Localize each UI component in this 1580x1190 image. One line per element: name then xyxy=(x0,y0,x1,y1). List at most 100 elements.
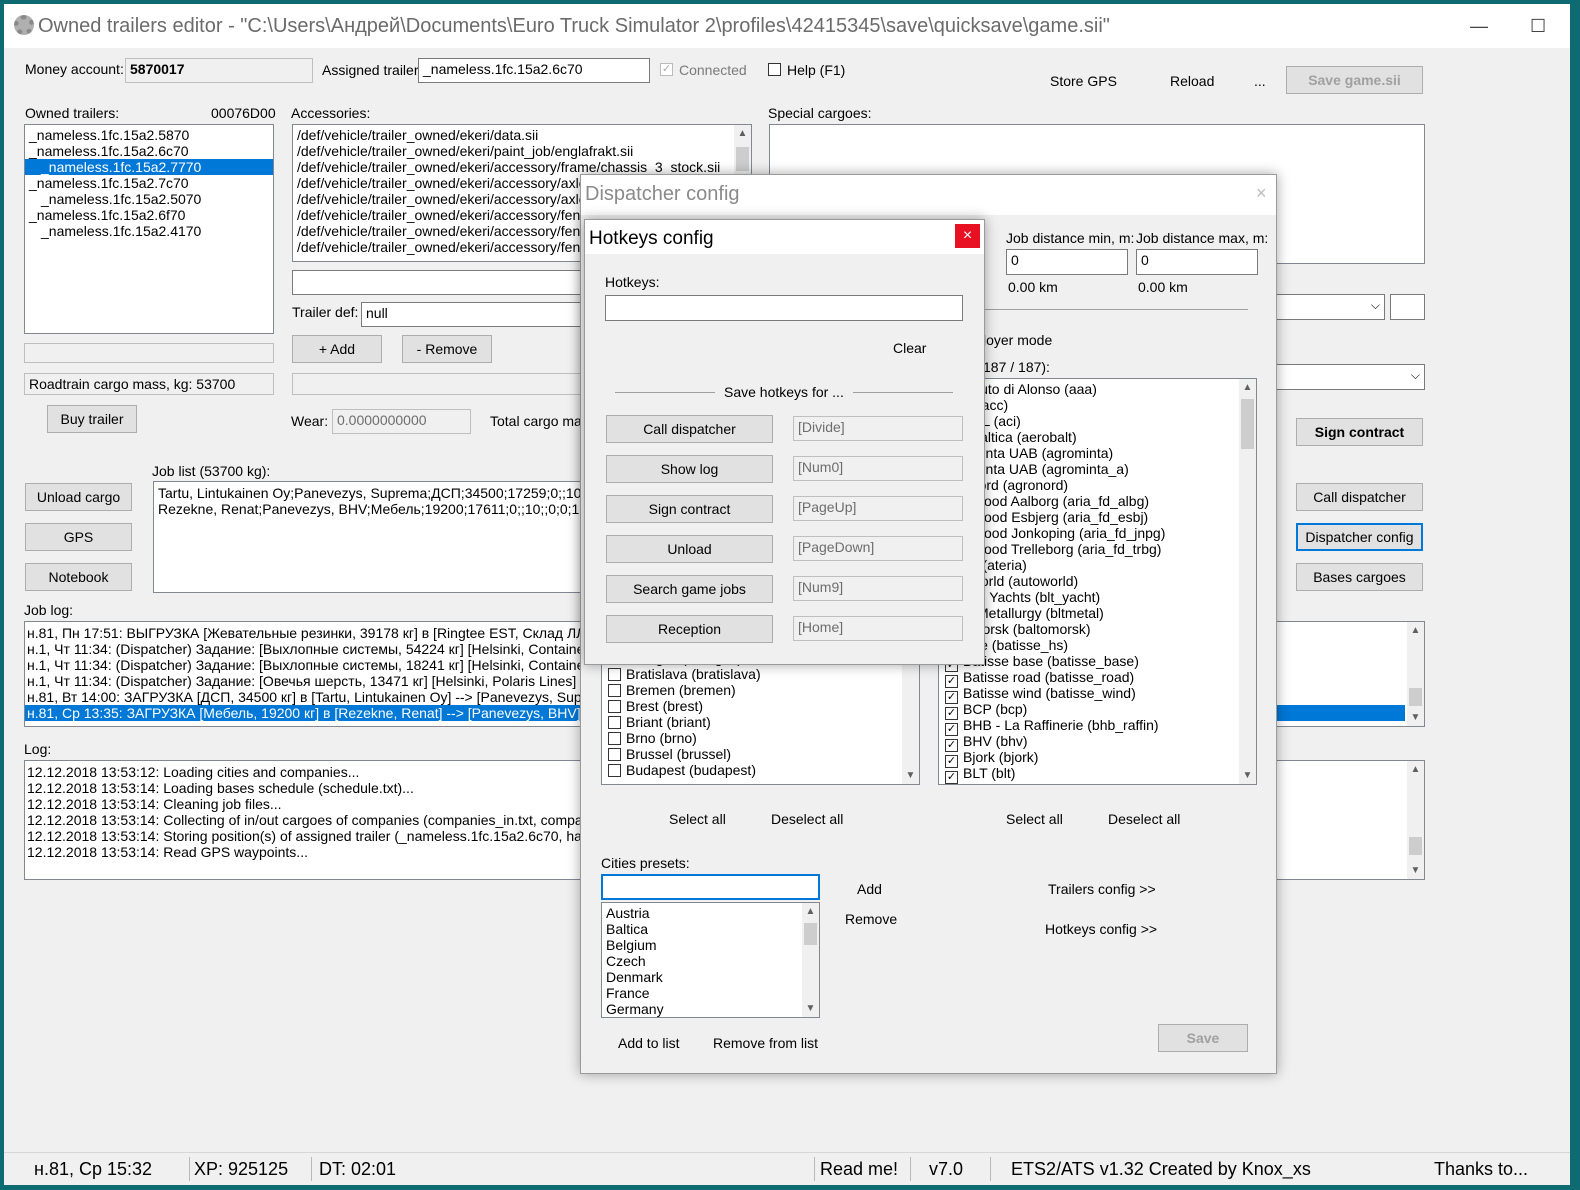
preset-item[interactable]: Austria xyxy=(602,905,819,921)
city-checkbox[interactable] xyxy=(608,716,621,729)
city-checkbox[interactable] xyxy=(608,748,621,761)
preset-remove-button[interactable]: Remove xyxy=(845,911,897,927)
hotkey-4-button[interactable]: Search game jobs xyxy=(606,575,773,603)
company-item[interactable]: - Auto di Alonso (aaa) xyxy=(943,381,1256,397)
city-item[interactable]: Brussel (brussel) xyxy=(606,746,919,762)
company-item[interactable]: A Food Trelleborg (aria_fd_trbg) xyxy=(943,541,1256,557)
hotkey-3-field[interactable]: [PageDown] xyxy=(793,536,963,561)
dispatcher-close-button[interactable]: × xyxy=(1256,183,1267,204)
trailer-def-field[interactable]: null xyxy=(361,302,591,327)
list-item[interactable]: /def/vehicle/trailer_owned/ekeri/paint_j… xyxy=(293,143,751,159)
money-field[interactable]: 5870017 xyxy=(125,58,313,83)
owned-trailers-list[interactable]: _nameless.1fc.15a2.5870 _nameless.1fc.15a… xyxy=(24,124,274,334)
cities-scrollbar[interactable]: ▼ xyxy=(902,650,919,784)
scroll-thumb[interactable] xyxy=(804,923,817,945)
hotkey-3-button[interactable]: Unload xyxy=(606,535,773,563)
company-item[interactable]: ✓ BCP (bcp) xyxy=(943,701,1256,720)
scroll-thumb[interactable] xyxy=(1409,688,1422,706)
preset-item[interactable]: Baltica xyxy=(602,921,819,937)
company-item[interactable]: ✓ Batisse base (batisse_base) xyxy=(943,653,1256,672)
company-item[interactable]: ominta UAB (agrominta_a) xyxy=(943,461,1256,477)
list-item[interactable]: /def/vehicle/trailer_owned/ekeri/data.si… xyxy=(293,127,751,143)
company-item[interactable]: A Food Esbjerg (aria_fd_esbj) xyxy=(943,509,1256,525)
company-item[interactable]: A Food Aalborg (aria_fd_albg) xyxy=(943,493,1256,509)
scroll-down-icon[interactable]: ▼ xyxy=(1239,767,1256,784)
buy-trailer-button[interactable]: Buy trailer xyxy=(47,405,137,433)
scroll-up-icon[interactable]: ▲ xyxy=(1239,379,1256,396)
job-row[interactable]: Tartu, Lintukainen Oy;Panevezys, Suprema… xyxy=(156,485,592,501)
cities-presets-list[interactable]: ▲ ▼ Austria Baltica Belgium Czech Denmark Fran… xyxy=(601,902,820,1018)
readme-link[interactable]: Read me! xyxy=(820,1159,898,1180)
company-item[interactable]: ✓ Batisse wind (batisse_wind) xyxy=(943,685,1256,704)
job-log-scrollbar[interactable]: ▲ ▼ xyxy=(1407,622,1424,726)
city-item[interactable]: Briant (briant) xyxy=(606,714,919,730)
hotkey-0-button[interactable]: Call dispatcher xyxy=(606,415,773,443)
right-small-field[interactable] xyxy=(1390,294,1425,320)
hotkey-2-button[interactable]: Sign contract xyxy=(606,495,773,523)
scroll-down-icon[interactable]: ▼ xyxy=(802,1000,819,1017)
company-item[interactable]: ✓ Bjork (bjork) xyxy=(943,749,1256,768)
list-item[interactable]: /def/vehicle/trailer_owned/ekeri/accesso… xyxy=(293,159,751,175)
company-item[interactable]: ✓ BHV (bhv) xyxy=(943,733,1256,752)
preset-item[interactable]: Czech xyxy=(602,953,819,969)
list-item[interactable]: _nameless.1fc.15a2.6c70 xyxy=(25,143,273,159)
preset-item[interactable]: France xyxy=(602,985,819,1001)
save-game-button[interactable]: Save game.sii xyxy=(1286,66,1423,94)
call-dispatcher-button[interactable]: Call dispatcher xyxy=(1296,483,1423,511)
maximize-button[interactable]: ☐ xyxy=(1530,16,1546,37)
connected-checkbox[interactable]: ✓ xyxy=(660,63,673,76)
minimize-button[interactable]: — xyxy=(1470,16,1488,37)
hotkey-4-field[interactable]: [Num9] xyxy=(793,576,963,601)
scroll-down-icon[interactable]: ▼ xyxy=(1407,862,1424,879)
sign-contract-button[interactable]: Sign contract xyxy=(1296,418,1423,446)
right-combo-2[interactable]: ⌵ xyxy=(1274,364,1425,390)
city-item[interactable]: Brno (brno) xyxy=(606,730,919,746)
log-scrollbar[interactable]: ▲ ▼ xyxy=(1407,761,1424,879)
city-checkbox[interactable] xyxy=(608,732,621,745)
cities-presets-input[interactable] xyxy=(601,874,820,900)
companies-scrollbar[interactable]: ▲ ▼ xyxy=(1239,379,1256,784)
company-item[interactable]: ominta UAB (agrominta) xyxy=(943,445,1256,461)
hotkey-1-button[interactable]: Show log xyxy=(606,455,773,483)
city-item[interactable]: Brest (brest) xyxy=(606,698,919,714)
thanks-link[interactable]: Thanks to... xyxy=(1434,1159,1528,1180)
company-checkbox[interactable]: ✓ xyxy=(945,771,958,784)
bases-cargoes-button[interactable]: Bases cargoes xyxy=(1296,563,1423,591)
unload-cargo-button[interactable]: Unload cargo xyxy=(25,483,132,511)
scroll-down-icon[interactable]: ▼ xyxy=(1407,709,1424,726)
hotkeys-close-button[interactable]: × xyxy=(955,224,980,248)
trailers-config-button[interactable]: Trailers config >> xyxy=(1048,881,1156,897)
company-item[interactable]: eus Yachts (blt_yacht) xyxy=(943,589,1256,605)
hotkeys-config-button[interactable]: Hotkeys config >> xyxy=(1045,921,1157,937)
company-item[interactable]: oworld (autoworld) xyxy=(943,573,1256,589)
cities-deselect-all-button[interactable]: Deselect all xyxy=(771,811,843,827)
company-item[interactable]: ✓ BHB - La Raffinerie (bhb_raffin) xyxy=(943,717,1256,736)
preset-item[interactable]: Denmark xyxy=(602,969,819,985)
right-combo[interactable]: ⌵ xyxy=(1274,294,1385,320)
scroll-thumb[interactable] xyxy=(736,147,749,171)
dispatcher-config-button[interactable]: Dispatcher config xyxy=(1296,523,1423,551)
city-checkbox[interactable] xyxy=(608,668,621,681)
job-distance-max-field[interactable]: 0 xyxy=(1136,249,1258,275)
hotkey-0-field[interactable]: [Divide] xyxy=(793,416,963,441)
wear-field[interactable]: 0.0000000000 xyxy=(332,409,471,434)
companies-list[interactable]: ▲ ▼ - Auto di Alonso (aaa) C (acc) SRL (aci… xyxy=(938,378,1257,785)
list-item[interactable]: _nameless.1fc.15a2.7770 xyxy=(25,159,273,175)
hotkeys-clear-button[interactable]: Clear xyxy=(893,340,926,356)
hotkeys-field[interactable] xyxy=(605,295,963,321)
list-item[interactable]: _nameless.1fc.15a2.4170 xyxy=(25,223,273,239)
help-checkbox[interactable] xyxy=(768,63,781,76)
reload-button[interactable]: Reload xyxy=(1170,73,1214,89)
company-item[interactable]: SRL (aci) xyxy=(943,413,1256,429)
company-item[interactable]: ria (ateria) xyxy=(943,557,1256,573)
scroll-down-icon[interactable]: ▼ xyxy=(902,767,919,784)
company-item[interactable]: isse (batisse_hs) xyxy=(943,637,1256,653)
companies-deselect-all-button[interactable]: Deselect all xyxy=(1108,811,1180,827)
add-accessory-button[interactable]: + Add xyxy=(292,335,382,363)
scroll-up-icon[interactable]: ▲ xyxy=(1407,761,1424,778)
list-item[interactable]: _nameless.1fc.15a2.5070 xyxy=(25,191,273,207)
city-checkbox[interactable] xyxy=(608,764,621,777)
assigned-trailer-field[interactable]: _nameless.1fc.15a2.6c70 xyxy=(418,58,650,83)
cities-select-all-button[interactable]: Select all xyxy=(669,811,726,827)
scroll-up-icon[interactable]: ▲ xyxy=(802,903,819,920)
